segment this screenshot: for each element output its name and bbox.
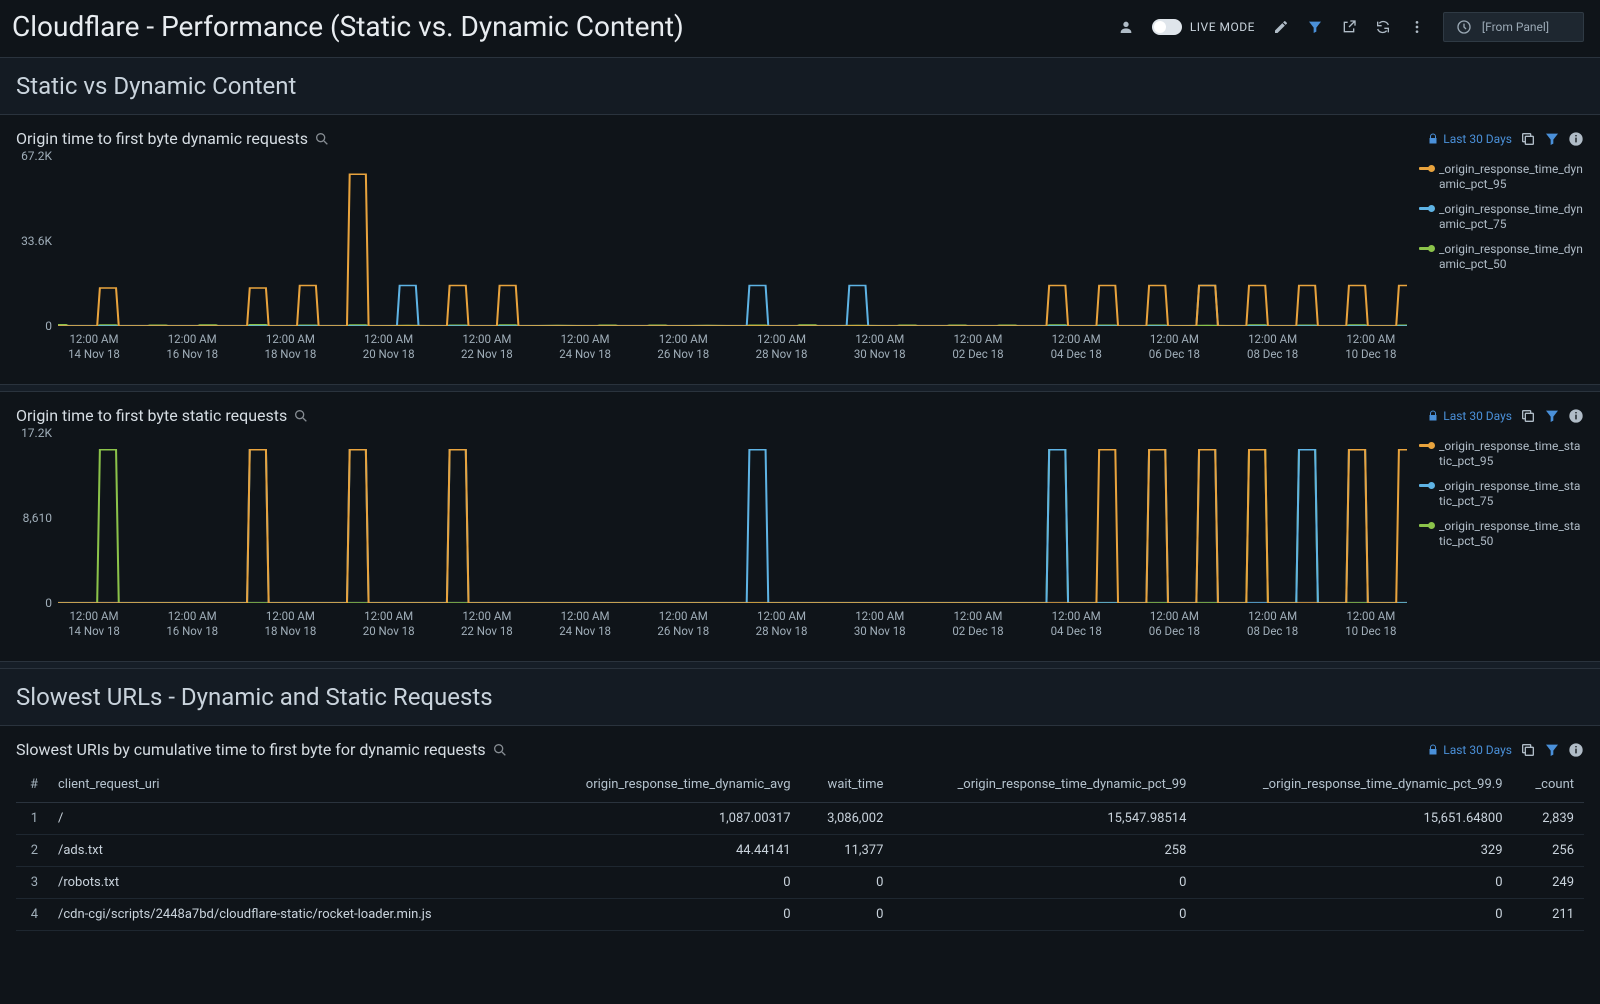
- page-title: Cloudflare - Performance (Static vs. Dyn…: [12, 10, 1118, 43]
- x-tick: 12:00 AM28 Nov 18: [746, 332, 818, 362]
- legend-label: _origin_response_time_dynamic_pct_50: [1439, 242, 1584, 272]
- x-tick: 12:00 AM26 Nov 18: [647, 332, 719, 362]
- panel-time-range[interactable]: Last 30 Days: [1427, 743, 1512, 757]
- panel-title-label: Origin time to first byte dynamic reques…: [16, 129, 308, 148]
- info-icon[interactable]: [1568, 408, 1584, 424]
- user-icon[interactable]: [1118, 19, 1134, 35]
- x-tick: 12:00 AM10 Dec 18: [1335, 332, 1407, 362]
- info-icon[interactable]: [1568, 742, 1584, 758]
- legend-item[interactable]: _origin_response_time_dynamic_pct_50: [1419, 242, 1584, 272]
- panel-filter-icon[interactable]: [1544, 131, 1560, 147]
- copy-icon[interactable]: [1520, 131, 1536, 147]
- share-icon[interactable]: [1341, 19, 1357, 35]
- more-icon[interactable]: [1409, 19, 1425, 35]
- x-tick: 12:00 AM20 Nov 18: [353, 332, 425, 362]
- panel-static-ttfb: Origin time to first byte static request…: [0, 392, 1600, 661]
- panel-time-range[interactable]: Last 30 Days: [1427, 132, 1512, 146]
- x-tick: 12:00 AM30 Nov 18: [844, 609, 916, 639]
- copy-icon[interactable]: [1520, 742, 1536, 758]
- x-tick: 12:00 AM30 Nov 18: [844, 332, 916, 362]
- x-tick: 12:00 AM14 Nov 18: [58, 609, 130, 639]
- chart-legend: _origin_response_time_static_pct_95 _orig…: [1419, 433, 1584, 653]
- x-tick: 12:00 AM28 Nov 18: [746, 609, 818, 639]
- time-range-selector[interactable]: [From Panel]: [1443, 12, 1584, 42]
- legend-swatch: [1419, 484, 1433, 487]
- x-tick: 12:00 AM08 Dec 18: [1237, 609, 1309, 639]
- table-header[interactable]: wait_time: [801, 767, 894, 803]
- x-tick: 12:00 AM06 Dec 18: [1138, 609, 1210, 639]
- x-tick: 12:00 AM06 Dec 18: [1138, 332, 1210, 362]
- x-tick: 12:00 AM20 Nov 18: [353, 609, 425, 639]
- legend-item[interactable]: _origin_response_time_static_pct_50: [1419, 519, 1584, 549]
- legend-label: _origin_response_time_static_pct_50: [1439, 519, 1584, 549]
- panel-title-label: Slowest URIs by cumulative time to first…: [16, 740, 486, 759]
- header-controls: LIVE MODE [From Panel]: [1118, 12, 1584, 42]
- toggle-switch[interactable]: [1152, 19, 1182, 35]
- x-tick: 12:00 AM22 Nov 18: [451, 332, 523, 362]
- x-tick: 12:00 AM18 Nov 18: [254, 609, 326, 639]
- x-tick: 12:00 AM02 Dec 18: [942, 609, 1014, 639]
- magnify-icon[interactable]: [492, 742, 508, 758]
- legend-label: _origin_response_time_static_pct_75: [1439, 479, 1584, 509]
- legend-label: _origin_response_time_static_pct_95: [1439, 439, 1584, 469]
- live-mode-label: LIVE MODE: [1190, 20, 1255, 34]
- panel-filter-icon[interactable]: [1544, 408, 1560, 424]
- table-row[interactable]: 4 /cdn-cgi/scripts/2448a7bd/cloudflare-s…: [16, 899, 1584, 931]
- legend-item[interactable]: _origin_response_time_dynamic_pct_95: [1419, 162, 1584, 192]
- x-tick: 12:00 AM18 Nov 18: [254, 332, 326, 362]
- x-tick: 12:00 AM26 Nov 18: [647, 609, 719, 639]
- legend-item[interactable]: _origin_response_time_static_pct_75: [1419, 479, 1584, 509]
- magnify-icon[interactable]: [314, 131, 330, 147]
- table-header[interactable]: _origin_response_time_dynamic_pct_99.9: [1196, 767, 1512, 803]
- legend-label: _origin_response_time_dynamic_pct_75: [1439, 202, 1584, 232]
- table-row[interactable]: 1 / 1,087.00317 3,086,002 15,547.98514 1…: [16, 803, 1584, 835]
- legend-swatch: [1419, 247, 1433, 250]
- section-title-static-dynamic: Static vs Dynamic Content: [0, 58, 1600, 115]
- dashboard-header: Cloudflare - Performance (Static vs. Dyn…: [0, 0, 1600, 58]
- table-header[interactable]: origin_response_time_dynamic_avg: [527, 767, 801, 803]
- x-tick: 12:00 AM22 Nov 18: [451, 609, 523, 639]
- live-mode-toggle[interactable]: LIVE MODE: [1152, 19, 1255, 35]
- section-title-slowest-urls: Slowest URLs - Dynamic and Static Reques…: [0, 669, 1600, 726]
- legend-swatch: [1419, 207, 1433, 210]
- table-header[interactable]: _origin_response_time_dynamic_pct_99: [893, 767, 1196, 803]
- panel-title-label: Origin time to first byte static request…: [16, 406, 287, 425]
- x-tick: 12:00 AM04 Dec 18: [1040, 332, 1112, 362]
- chart-static[interactable]: 17.2K 8,610 0 12:00 AM14 Nov 1812:00 AM1…: [16, 433, 1407, 653]
- x-tick: 12:00 AM16 Nov 18: [156, 609, 228, 639]
- x-tick: 12:00 AM24 Nov 18: [549, 609, 621, 639]
- x-tick: 12:00 AM02 Dec 18: [942, 332, 1014, 362]
- table-header[interactable]: _count: [1513, 767, 1584, 803]
- x-tick: 12:00 AM04 Dec 18: [1040, 609, 1112, 639]
- panel-dynamic-ttfb: Origin time to first byte dynamic reques…: [0, 115, 1600, 384]
- info-icon[interactable]: [1568, 131, 1584, 147]
- chart-legend: _origin_response_time_dynamic_pct_95 _ori…: [1419, 156, 1584, 376]
- table-header[interactable]: client_request_uri: [48, 767, 527, 803]
- legend-item[interactable]: _origin_response_time_dynamic_pct_75: [1419, 202, 1584, 232]
- legend-swatch: [1419, 167, 1433, 170]
- legend-item[interactable]: _origin_response_time_static_pct_95: [1419, 439, 1584, 469]
- x-tick: 12:00 AM24 Nov 18: [549, 332, 621, 362]
- table-row[interactable]: 3 /robots.txt 0 0 0 0 249: [16, 867, 1584, 899]
- edit-icon[interactable]: [1273, 19, 1289, 35]
- table-row[interactable]: 2 /ads.txt 44.44141 11,377 258 329 256: [16, 835, 1584, 867]
- chart-dynamic[interactable]: 67.2K 33.6K 0 12:00 AM14 Nov 1812:00 AM1…: [16, 156, 1407, 376]
- time-range-label: [From Panel]: [1482, 20, 1549, 34]
- copy-icon[interactable]: [1520, 408, 1536, 424]
- legend-swatch: [1419, 524, 1433, 527]
- filter-icon[interactable]: [1307, 19, 1323, 35]
- magnify-icon[interactable]: [293, 408, 309, 424]
- refresh-icon[interactable]: [1375, 19, 1391, 35]
- x-tick: 12:00 AM16 Nov 18: [156, 332, 228, 362]
- x-tick: 12:00 AM10 Dec 18: [1335, 609, 1407, 639]
- panel-slowest-uris: Slowest URIs by cumulative time to first…: [0, 726, 1600, 939]
- legend-label: _origin_response_time_dynamic_pct_95: [1439, 162, 1584, 192]
- x-tick: 12:00 AM14 Nov 18: [58, 332, 130, 362]
- table-header[interactable]: #: [16, 767, 48, 803]
- x-tick: 12:00 AM08 Dec 18: [1237, 332, 1309, 362]
- panel-time-range[interactable]: Last 30 Days: [1427, 409, 1512, 423]
- legend-swatch: [1419, 444, 1433, 447]
- slowest-uris-table: #client_request_uriorigin_response_time_…: [16, 767, 1584, 931]
- panel-filter-icon[interactable]: [1544, 742, 1560, 758]
